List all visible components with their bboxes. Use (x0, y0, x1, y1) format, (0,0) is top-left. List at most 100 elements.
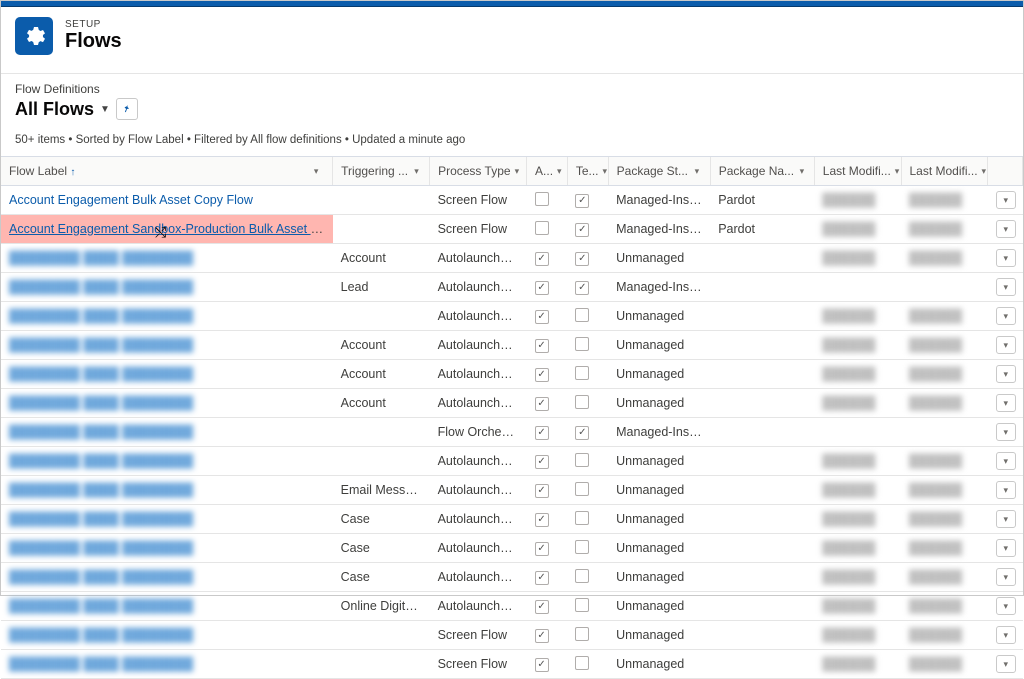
table-row: ████████ ████ ████████Autolaunched F...U… (1, 302, 1023, 331)
column-menu-icon[interactable]: ▾ (798, 163, 806, 179)
cell-package-state: Unmanaged (608, 447, 710, 476)
flow-link[interactable]: ████████ ████ ████████ (9, 396, 193, 410)
cell-last-modified-date: ██████ (901, 215, 988, 244)
cell-actions: ▾ (988, 331, 1023, 360)
cell-active (527, 476, 568, 505)
flow-link[interactable]: ████████ ████ ████████ (9, 570, 193, 584)
col-flow-label[interactable]: Flow Label ↑▾ (1, 157, 333, 186)
cell-last-modified-date: ██████ (901, 621, 988, 650)
cell-triggering: Account (333, 244, 430, 273)
row-actions-button[interactable]: ▾ (996, 597, 1016, 615)
cell-actions: ▾ (988, 215, 1023, 244)
col-last-modified-by[interactable]: Last Modifi...▾ (814, 157, 901, 186)
flow-link[interactable]: Account Engagement Sandbox-Production Bu… (9, 222, 333, 236)
flow-link[interactable]: ████████ ████ ████████ (9, 512, 193, 526)
row-actions-button[interactable]: ▾ (996, 336, 1016, 354)
row-actions-button[interactable]: ▾ (996, 539, 1016, 557)
listview-meta: 50+ items • Sorted by Flow Label • Filte… (1, 126, 1023, 156)
cell-package-name (710, 302, 814, 331)
flow-link[interactable]: ████████ ████ ████████ (9, 628, 193, 642)
flow-link[interactable]: ████████ ████ ████████ (9, 338, 193, 352)
cell-package-name (710, 273, 814, 302)
flow-link[interactable]: ████████ ████ ████████ (9, 251, 193, 265)
row-actions-button[interactable]: ▾ (996, 655, 1016, 673)
cell-package-state: Unmanaged (608, 244, 710, 273)
cell-last-modified-by: ██████ (814, 505, 901, 534)
flow-link[interactable]: ████████ ████ ████████ (9, 309, 193, 323)
flow-link[interactable]: ████████ ████ ████████ (9, 599, 193, 613)
cell-triggering (333, 215, 430, 244)
column-menu-icon[interactable]: ▾ (515, 163, 520, 179)
column-menu-icon[interactable]: ▾ (982, 163, 987, 179)
cell-template (567, 302, 608, 331)
row-actions-button[interactable]: ▾ (996, 249, 1016, 267)
column-menu-icon[interactable]: ▾ (308, 163, 324, 179)
cell-package-name (710, 505, 814, 534)
row-actions-button[interactable]: ▾ (996, 307, 1016, 325)
cell-package-state: Unmanaged (608, 563, 710, 592)
row-actions-button[interactable]: ▾ (996, 568, 1016, 586)
row-actions-button[interactable]: ▾ (996, 423, 1016, 441)
table-row: Account Engagement Bulk Asset Copy FlowS… (1, 186, 1023, 215)
row-actions-button[interactable]: ▾ (996, 626, 1016, 644)
col-triggering[interactable]: Triggering ...▾ (333, 157, 430, 186)
cell-process-type: Autolaunched F... (430, 476, 527, 505)
flow-link[interactable]: ████████ ████ ████████ (9, 280, 193, 294)
col-last-modified-date[interactable]: Last Modifi...▾ (901, 157, 988, 186)
row-actions-button[interactable]: ▾ (996, 191, 1016, 209)
chevron-down-icon[interactable]: ▼ (100, 104, 110, 115)
flow-link[interactable]: Account Engagement Bulk Asset Copy Flow (9, 193, 253, 207)
cell-process-type: Autolaunched F... (430, 447, 527, 476)
cell-package-name (710, 389, 814, 418)
pin-listview-button[interactable] (116, 98, 138, 120)
cell-template (567, 215, 608, 244)
cell-template (567, 389, 608, 418)
flow-link[interactable]: ████████ ████ ████████ (9, 483, 193, 497)
checkbox-icon (575, 366, 589, 380)
col-active[interactable]: A...▾ (527, 157, 568, 186)
flow-link[interactable]: ████████ ████ ████████ (9, 657, 193, 671)
listview-title[interactable]: All Flows (15, 99, 94, 120)
column-menu-icon[interactable]: ▾ (603, 163, 608, 179)
flow-link[interactable]: ████████ ████ ████████ (9, 454, 193, 468)
cell-last-modified-date: ██████ (901, 244, 988, 273)
cell-package-state: Managed-Instal... (608, 273, 710, 302)
cell-actions: ▾ (988, 447, 1023, 476)
checkbox-icon (575, 223, 589, 237)
row-actions-button[interactable]: ▾ (996, 278, 1016, 296)
cell-actions: ▾ (988, 534, 1023, 563)
cell-actions: ▾ (988, 563, 1023, 592)
flow-link[interactable]: ████████ ████ ████████ (9, 367, 193, 381)
cell-last-modified-by: ██████ (814, 534, 901, 563)
cell-last-modified-by: ██████ (814, 447, 901, 476)
page-header: SETUP Flows (1, 7, 1023, 74)
checkbox-icon (575, 453, 589, 467)
row-actions-button[interactable]: ▾ (996, 510, 1016, 528)
checkbox-icon (535, 426, 549, 440)
col-package-name[interactable]: Package Na...▾ (710, 157, 814, 186)
cell-last-modified-by: ██████ (814, 650, 901, 679)
checkbox-icon (535, 339, 549, 353)
row-actions-button[interactable]: ▾ (996, 481, 1016, 499)
sort-ascending-icon: ↑ (70, 167, 75, 178)
checkbox-icon (535, 600, 549, 614)
col-process-type[interactable]: Process Type▾ (430, 157, 527, 186)
column-menu-icon[interactable]: ▾ (692, 163, 702, 179)
row-actions-button[interactable]: ▾ (996, 452, 1016, 470)
column-menu-icon[interactable]: ▾ (412, 163, 421, 179)
cell-process-type: Screen Flow (430, 215, 527, 244)
column-menu-icon[interactable]: ▾ (895, 163, 900, 179)
flow-link[interactable]: ████████ ████ ████████ (9, 425, 193, 439)
table-row: ████████ ████ ████████ Autolaunched F... U… (1, 447, 1023, 476)
table-row: ████████ ████ ████████Screen FlowUnmanag… (1, 621, 1023, 650)
row-actions-button[interactable]: ▾ (996, 220, 1016, 238)
row-actions-button[interactable]: ▾ (996, 365, 1016, 383)
cell-triggering: Account (333, 389, 430, 418)
col-template[interactable]: Te...▾ (567, 157, 608, 186)
column-menu-icon[interactable]: ▾ (557, 163, 562, 179)
flow-link[interactable]: ████████ ████ ████████ (9, 541, 193, 555)
col-package-state[interactable]: Package St...▾ (608, 157, 710, 186)
checkbox-icon (575, 426, 589, 440)
row-actions-button[interactable]: ▾ (996, 394, 1016, 412)
checkbox-icon (535, 281, 549, 295)
